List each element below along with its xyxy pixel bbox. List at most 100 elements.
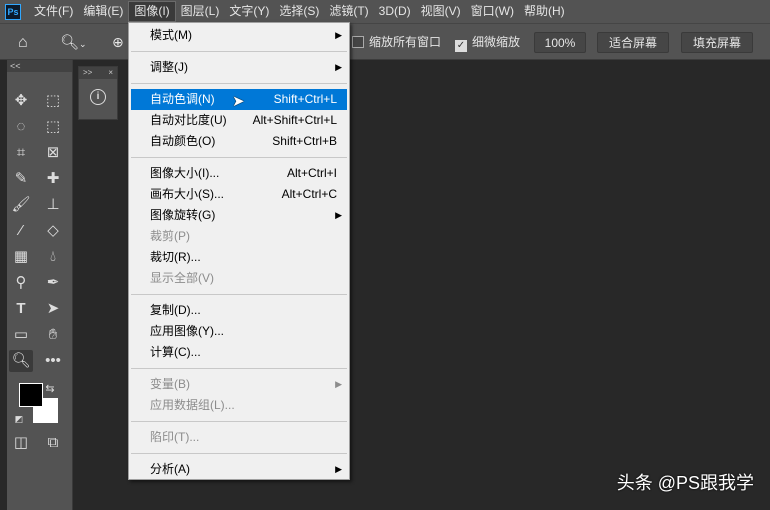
menu-separator <box>129 289 349 300</box>
menu-item[interactable]: 图像大小(I)... Alt+Ctrl+I <box>131 163 347 184</box>
menu-item-label: 自动色调(N) <box>150 92 215 106</box>
menu-item[interactable]: 分析(A) ▶ <box>131 459 347 480</box>
info-icon[interactable]: i <box>90 89 106 105</box>
menu-item: 显示全部(V) <box>131 268 347 289</box>
menu-5[interactable]: 选择(S) <box>274 1 324 22</box>
menu-7[interactable]: 3D(D) <box>374 1 416 22</box>
menu-item-label: 调整(J) <box>150 60 188 74</box>
menu-item-label: 裁剪(P) <box>150 229 190 243</box>
close-panel-button[interactable]: × <box>108 67 113 79</box>
menu-item-label: 裁切(R)... <box>150 250 201 264</box>
menu-8[interactable]: 视图(V) <box>416 1 466 22</box>
move-tool-icon[interactable]: ✥ <box>9 90 33 112</box>
menu-item: 裁剪(P) <box>131 226 347 247</box>
menu-10[interactable]: 帮助(H) <box>519 1 570 22</box>
foreground-color-swatch[interactable] <box>19 383 43 407</box>
menu-item-label: 计算(C)... <box>150 345 201 359</box>
brush-tool-icon[interactable]: 🖌︎ <box>9 194 33 216</box>
eyedropper-tool-icon[interactable]: ✎ <box>9 168 33 190</box>
history-brush-tool-icon[interactable]: ⁄ <box>9 220 33 242</box>
menu-item[interactable]: 应用图像(Y)... <box>131 321 347 342</box>
scrubby-zoom-checkbox[interactable]: ✓ 细微缩放 <box>455 32 520 53</box>
more-tools-icon[interactable]: ••• <box>41 350 65 372</box>
menu-item-label: 应用图像(Y)... <box>150 324 224 338</box>
crop-tool-icon[interactable]: ⌗ <box>9 142 33 164</box>
checkbox-icon <box>352 36 364 48</box>
submenu-arrow-icon: ▶ <box>335 379 342 389</box>
zoom-all-windows-label: 缩放所有窗口 <box>369 35 442 49</box>
menu-item-label: 陷印(T)... <box>150 430 200 444</box>
menu-item: 变量(B) ▶ <box>131 374 347 395</box>
collapse-toolbox-button[interactable]: << <box>7 60 72 72</box>
menu-item-label: 显示全部(V) <box>150 271 214 285</box>
submenu-arrow-icon: ▶ <box>335 30 342 40</box>
fit-screen-button[interactable]: 适合屏幕 <box>597 32 669 53</box>
photoshop-logo: Ps <box>5 3 21 20</box>
submenu-arrow-icon: ▶ <box>335 62 342 72</box>
menu-item[interactable]: 裁切(R)... <box>131 247 347 268</box>
menu-separator <box>129 448 349 459</box>
healing-brush-tool-icon[interactable]: ✚ <box>41 168 65 190</box>
menu-0[interactable]: 文件(F) <box>29 1 78 22</box>
clone-stamp-tool-icon[interactable]: ⊥ <box>41 194 65 216</box>
swap-colors-icon[interactable]: ⇆ <box>43 378 57 400</box>
marquee-tool-icon[interactable]: ⬚ <box>41 90 65 112</box>
menu-item-label: 图像旋转(G) <box>150 208 216 222</box>
info-panel: >> × i <box>78 66 118 120</box>
menu-item-label: 图像大小(I)... <box>150 166 220 180</box>
menu-6[interactable]: 滤镜(T) <box>324 1 373 22</box>
dodge-tool-icon[interactable]: ⚲ <box>9 272 33 294</box>
submenu-arrow-icon: ▶ <box>335 464 342 474</box>
menu-separator <box>129 363 349 374</box>
menu-2[interactable]: 图像(I) <box>128 1 176 22</box>
fill-screen-button[interactable]: 填充屏幕 <box>681 32 753 53</box>
menu-item[interactable]: 模式(M) ▶ <box>131 25 347 46</box>
menu-item[interactable]: 计算(C)... <box>131 342 347 363</box>
home-icon[interactable]: ⌂ <box>18 32 28 53</box>
zoom-value-button[interactable]: 100% <box>534 32 586 53</box>
menu-item[interactable]: 画布大小(S)... Alt+Ctrl+C <box>131 184 347 205</box>
menu-item-shortcut: Shift+Ctrl+L <box>273 92 337 106</box>
menu-item-label: 自动对比度(U) <box>150 113 227 127</box>
menu-item-shortcut: Alt+Ctrl+C <box>281 187 337 201</box>
zoom-tool-preset-icon[interactable]: 🔍︎⌄ <box>60 32 87 53</box>
menu-item[interactable]: 复制(D)... <box>131 300 347 321</box>
pen-tool-icon[interactable]: ✒ <box>41 272 65 294</box>
menu-item-shortcut: Alt+Ctrl+I <box>286 166 337 180</box>
object-select-tool-icon[interactable]: ⬚ <box>41 116 65 138</box>
menu-3[interactable]: 图层(L) <box>176 1 225 22</box>
path-selection-tool-icon[interactable]: ➤ <box>41 298 65 320</box>
menu-bar: Ps 文件(F) 编辑(E) 图像(I) 图层(L) 文字(Y) 选择(S) 滤镜(T) 3D… <box>0 0 770 23</box>
menu-item: 陷印(T)... <box>131 427 347 448</box>
type-tool-icon[interactable]: T <box>9 298 33 320</box>
menu-item-label: 画布大小(S)... <box>150 187 224 201</box>
scrubby-zoom-label: 细微缩放 <box>472 35 521 49</box>
gradient-tool-icon[interactable]: ▦ <box>9 246 33 268</box>
frame-tool-icon[interactable]: ⊠ <box>41 142 65 164</box>
menu-separator <box>129 152 349 163</box>
expand-panel-button[interactable]: >> <box>83 67 92 79</box>
submenu-arrow-icon: ▶ <box>335 210 342 220</box>
default-colors-icon[interactable]: ◩ <box>13 408 25 430</box>
blur-tool-icon[interactable]: 💧︎ <box>41 246 65 268</box>
screen-mode-icon[interactable]: ⧉ <box>41 432 65 454</box>
menu-separator <box>129 46 349 57</box>
menu-1[interactable]: 编辑(E) <box>78 1 128 22</box>
options-bar: ⌂ 🔍︎⌄ ⊕ 缩放所有窗口 ✓ 细微缩放 100% 适合屏幕 填充屏幕 <box>0 23 770 60</box>
menu-item[interactable]: 自动颜色(O) Shift+Ctrl+B <box>131 131 347 152</box>
menu-item[interactable]: 图像旋转(G) ▶ <box>131 205 347 226</box>
zoom-tool-icon[interactable]: 🔍︎ <box>9 350 33 372</box>
menu-9[interactable]: 窗口(W) <box>466 1 519 22</box>
checkbox-checked-icon: ✓ <box>455 40 467 52</box>
lasso-tool-icon[interactable]: ◌ <box>9 116 33 138</box>
rectangle-tool-icon[interactable]: ▭ <box>9 324 33 346</box>
hand-tool-icon[interactable]: ✋︎ <box>41 324 65 346</box>
menu-item[interactable]: 自动对比度(U) Alt+Shift+Ctrl+L <box>131 110 347 131</box>
zoom-in-icon[interactable]: ⊕ <box>112 32 124 53</box>
quick-mask-icon[interactable]: ◫ <box>9 432 33 454</box>
menu-item[interactable]: 调整(J) ▶ <box>131 57 347 78</box>
menu-item-label: 复制(D)... <box>150 303 201 317</box>
eraser-tool-icon[interactable]: ◇ <box>41 220 65 242</box>
menu-4[interactable]: 文字(Y) <box>224 1 274 22</box>
zoom-all-windows-checkbox[interactable]: 缩放所有窗口 <box>352 32 441 53</box>
